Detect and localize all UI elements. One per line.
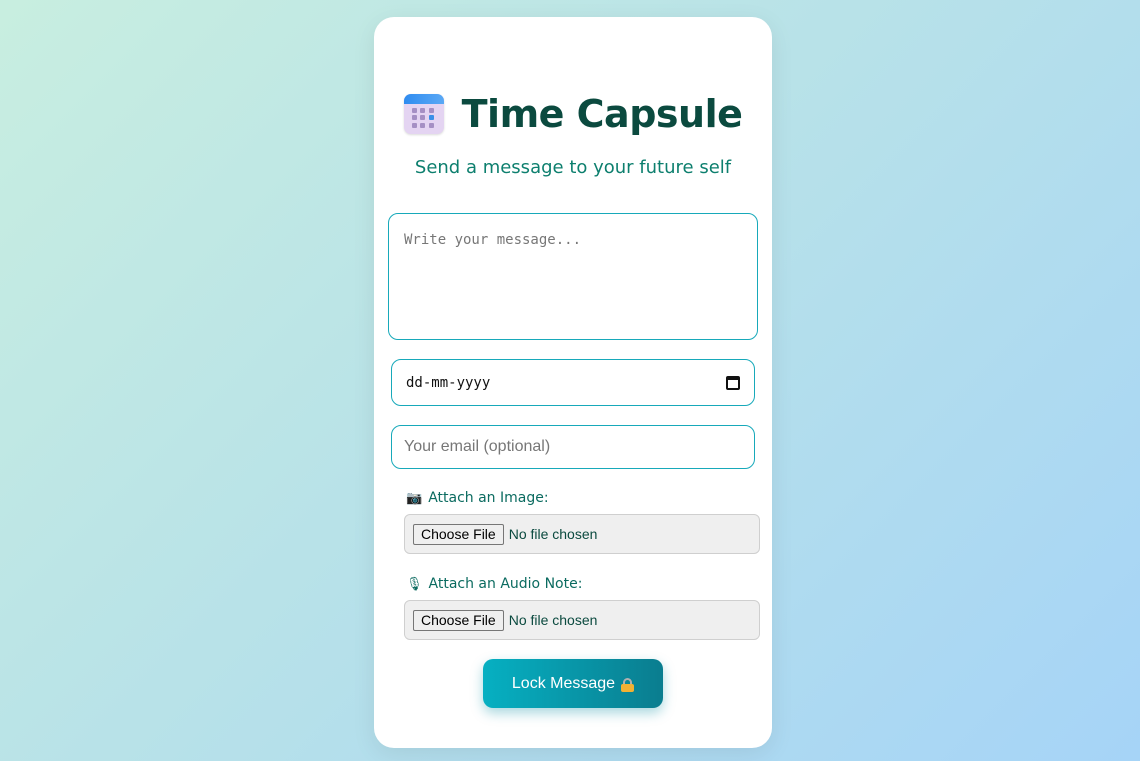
message-textarea[interactable] xyxy=(388,213,758,340)
audio-file-input[interactable]: Choose File No file chosen xyxy=(404,600,760,640)
camera-icon: 📷 xyxy=(406,490,423,506)
page-subtitle: Send a message to your future self xyxy=(414,157,732,178)
lock-message-button[interactable]: Lock Message xyxy=(483,659,663,708)
image-attach-label: Attach an Image: xyxy=(428,490,549,506)
date-input-value: dd-mm-yyyy xyxy=(406,374,491,391)
time-capsule-card: Time Capsule Send a message to your futu… xyxy=(374,17,772,748)
email-input[interactable] xyxy=(391,425,755,469)
header: Time Capsule xyxy=(374,92,772,136)
image-attach-label-row: 📷 Attach an Image: xyxy=(406,490,549,506)
audio-attach-label-row: 🎙 Attach an Audio Note: xyxy=(406,576,582,592)
page-title: Time Capsule xyxy=(461,92,743,136)
lock-message-label: Lock Message xyxy=(511,674,616,692)
audio-attach-label: Attach an Audio Note: xyxy=(428,576,583,592)
image-file-status: No file chosen xyxy=(508,526,598,542)
lock-icon xyxy=(621,677,635,692)
calendar-picker-icon[interactable] xyxy=(726,375,740,390)
microphone-icon: 🎙 xyxy=(406,576,423,592)
audio-file-status: No file chosen xyxy=(508,612,598,628)
image-file-input[interactable]: Choose File No file chosen xyxy=(404,514,760,554)
date-input[interactable]: dd-mm-yyyy xyxy=(391,359,755,406)
calendar-icon xyxy=(403,94,444,134)
audio-choose-file-button[interactable]: Choose File xyxy=(413,609,504,631)
image-choose-file-button[interactable]: Choose File xyxy=(413,523,504,545)
